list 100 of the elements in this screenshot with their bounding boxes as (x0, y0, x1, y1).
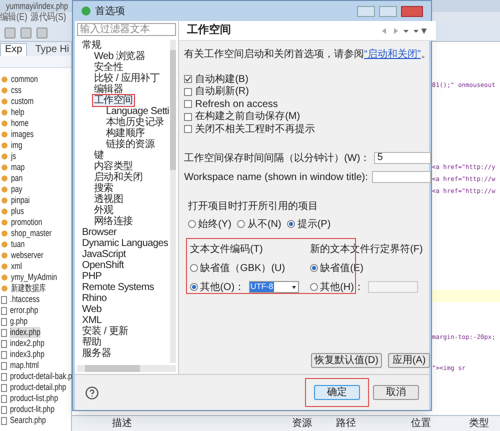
column-header[interactable]: 描述 (112, 416, 132, 431)
tree-item[interactable]: 比较 / 应用补丁 (93, 73, 161, 84)
checkbox[interactable] (184, 88, 192, 96)
explorer-item[interactable]: index2.php (10, 338, 44, 349)
explorer-item[interactable]: help (11, 107, 24, 118)
tree-item[interactable]: Rhino (81, 293, 108, 304)
tree-item[interactable]: JavaScript (81, 249, 127, 260)
page-button[interactable]: 应用(A) (388, 353, 430, 368)
tree-item[interactable]: Language Setti (105, 106, 170, 117)
navigation-arrows-icon[interactable] (380, 26, 428, 34)
radio-button[interactable] (190, 264, 198, 272)
tree-item[interactable]: Remote Systems (81, 282, 155, 293)
radio-button[interactable] (190, 283, 198, 291)
tree-item[interactable]: PHP (81, 271, 103, 282)
close-button[interactable] (401, 6, 423, 16)
explorer-item[interactable]: webserver (11, 250, 44, 261)
explorer-item[interactable]: pay (11, 184, 22, 195)
tree-item[interactable]: 安装 / 更新 (81, 326, 130, 337)
menu-item[interactable]: 源代码(S) (30, 13, 66, 23)
tree-item[interactable]: 搜索 (93, 183, 114, 194)
checkbox[interactable] (184, 75, 192, 84)
tree-item[interactable]: 本地历史记录 (105, 117, 166, 128)
view-tab[interactable]: Type Hi (31, 44, 74, 56)
cancel-button[interactable]: 取消 (373, 385, 419, 400)
explorer-item[interactable]: home (11, 118, 29, 129)
tree-item[interactable]: Browser (81, 227, 118, 238)
page-button[interactable]: 恢复默认值(D) (310, 353, 382, 368)
column-header[interactable]: 路径 (336, 416, 356, 431)
explorer-item[interactable]: Search.php (10, 415, 46, 426)
checkbox[interactable] (184, 125, 192, 134)
explorer-item[interactable]: product-detail-bak.p (10, 371, 72, 382)
column-header[interactable]: 类型 (469, 416, 489, 431)
encoding-select[interactable]: UTF-8 (248, 281, 299, 293)
workspace-name-field[interactable] (372, 171, 431, 183)
toolbar-icon[interactable] (4, 26, 16, 38)
radio-button[interactable] (287, 220, 296, 228)
toolbar-icon[interactable] (20, 26, 32, 38)
tree-item[interactable]: XML (81, 315, 103, 326)
radio-button[interactable] (237, 220, 246, 228)
checkbox[interactable] (184, 112, 192, 121)
tree-item[interactable]: Dynamic Languages (81, 238, 170, 249)
explorer-item[interactable]: product-lit.php (10, 404, 54, 415)
tree-item[interactable]: 工作空间 (93, 95, 134, 106)
explorer-item[interactable]: common (11, 74, 38, 85)
tree-item[interactable]: OpenShift (81, 260, 125, 271)
explorer-item[interactable]: js (11, 151, 16, 162)
radio-button[interactable] (310, 264, 318, 272)
explorer-item[interactable]: xml (11, 261, 22, 272)
startup-link[interactable]: “启动和关闭” (364, 49, 421, 60)
explorer-item[interactable]: css (11, 85, 22, 96)
tree-item[interactable]: Web 浏览器 (93, 51, 146, 62)
tree-item[interactable]: 启动和关闭 (93, 172, 144, 183)
tree-item[interactable]: 构建顺序 (105, 128, 146, 139)
tree-item[interactable]: 服务器 (81, 348, 112, 359)
minimize-button[interactable] (357, 6, 375, 16)
explorer-item[interactable]: error.php (10, 305, 38, 316)
explorer-item[interactable]: images (11, 129, 34, 140)
explorer-item[interactable]: 新建数据库 (11, 283, 46, 294)
maximize-button[interactable] (379, 6, 397, 16)
explorer-item[interactable]: ymy_MyAdmin (11, 272, 58, 283)
column-header[interactable]: 位置 (411, 416, 431, 431)
tree-item[interactable]: 网络连接 (93, 216, 134, 227)
scrollbar[interactable] (170, 40, 176, 363)
tree-item[interactable]: 编辑器 (93, 84, 124, 95)
explorer-item[interactable]: map (11, 162, 25, 173)
explorer-item[interactable]: product-list.php (10, 393, 58, 404)
tree-item[interactable]: 链接的资源 (105, 139, 156, 150)
explorer-item[interactable]: shop_master (11, 228, 52, 239)
tree-item[interactable]: 常规 (81, 40, 102, 51)
tree-item[interactable]: 安全性 (93, 62, 124, 73)
radio-button[interactable] (310, 283, 318, 291)
explorer-item[interactable]: promotion (11, 217, 42, 228)
ok-button[interactable]: 确定 (314, 385, 360, 400)
interval-field[interactable]: 5 (374, 152, 431, 164)
tree-item[interactable]: 内容类型 (93, 161, 134, 172)
tree-item[interactable]: 键 (93, 150, 105, 161)
explorer-item[interactable]: map.html (10, 360, 39, 371)
menu-item[interactable]: 编辑(E) (0, 13, 28, 23)
column-header[interactable]: 资源 (292, 416, 312, 431)
tree-item[interactable]: Web (81, 304, 102, 315)
explorer-item[interactable]: product-detail.php (10, 382, 66, 393)
explorer-item[interactable]: index.php (10, 327, 40, 338)
explorer-item[interactable]: g.php (10, 316, 28, 327)
explorer-item[interactable]: tuan (11, 239, 25, 250)
filter-field[interactable]: 输入过滤器文本 (77, 23, 176, 36)
radio-button[interactable] (188, 220, 196, 228)
explorer-item[interactable]: index3.php (10, 349, 44, 360)
scrollbar[interactable] (77, 365, 176, 372)
explorer-item[interactable]: pan (11, 173, 23, 184)
toolbar-icon[interactable] (36, 26, 48, 38)
explorer-item[interactable]: custom (11, 96, 34, 107)
tree-item[interactable]: 透视图 (93, 194, 124, 205)
explorer-item[interactable]: plus (11, 206, 24, 217)
explorer-item[interactable]: pinpai (11, 195, 30, 206)
tree-item[interactable]: 帮助 (81, 337, 102, 348)
tree-item[interactable]: 外观 (93, 205, 114, 216)
explorer-item[interactable]: img (11, 140, 22, 151)
help-icon[interactable] (85, 386, 99, 400)
explorer-item[interactable]: .htaccess (10, 294, 40, 305)
view-tab[interactable]: Exp (0, 43, 28, 56)
